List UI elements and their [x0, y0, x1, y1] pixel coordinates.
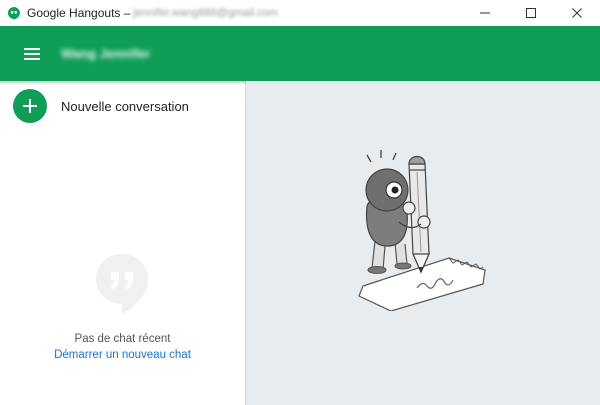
- conversation-list-panel: Nouvelle conversation Pas de chat récent…: [0, 81, 246, 405]
- app-header: Wang Jennifer: [0, 26, 600, 81]
- minimize-icon: [480, 12, 490, 14]
- window-controls: [462, 0, 600, 26]
- start-new-chat-link[interactable]: Démarrer un nouveau chat: [0, 349, 245, 361]
- pencil-robot-illustration: [358, 150, 486, 311]
- maximize-button[interactable]: [508, 0, 554, 26]
- close-icon: [572, 8, 582, 18]
- empty-state-text: Pas de chat récent: [74, 333, 171, 345]
- close-button[interactable]: [554, 0, 600, 26]
- minimize-button[interactable]: [462, 0, 508, 26]
- menu-icon: [24, 47, 40, 60]
- new-conversation-label: Nouvelle conversation: [61, 98, 189, 114]
- menu-button[interactable]: [21, 43, 43, 65]
- conversation-view-panel: [246, 81, 600, 405]
- window-title: Google Hangouts –: [27, 6, 131, 20]
- window-title-account: jennifer.wang888@gmail.com: [133, 7, 278, 19]
- maximize-icon: [526, 8, 536, 18]
- hangouts-quote-icon: [96, 254, 148, 314]
- plus-icon: [13, 89, 47, 123]
- user-name[interactable]: Wang Jennifer: [61, 46, 150, 61]
- window-titlebar: Google Hangouts – jennifer.wang888@gmail…: [0, 0, 600, 26]
- new-conversation-button[interactable]: Nouvelle conversation: [13, 89, 189, 123]
- hangouts-app-icon: [7, 6, 21, 20]
